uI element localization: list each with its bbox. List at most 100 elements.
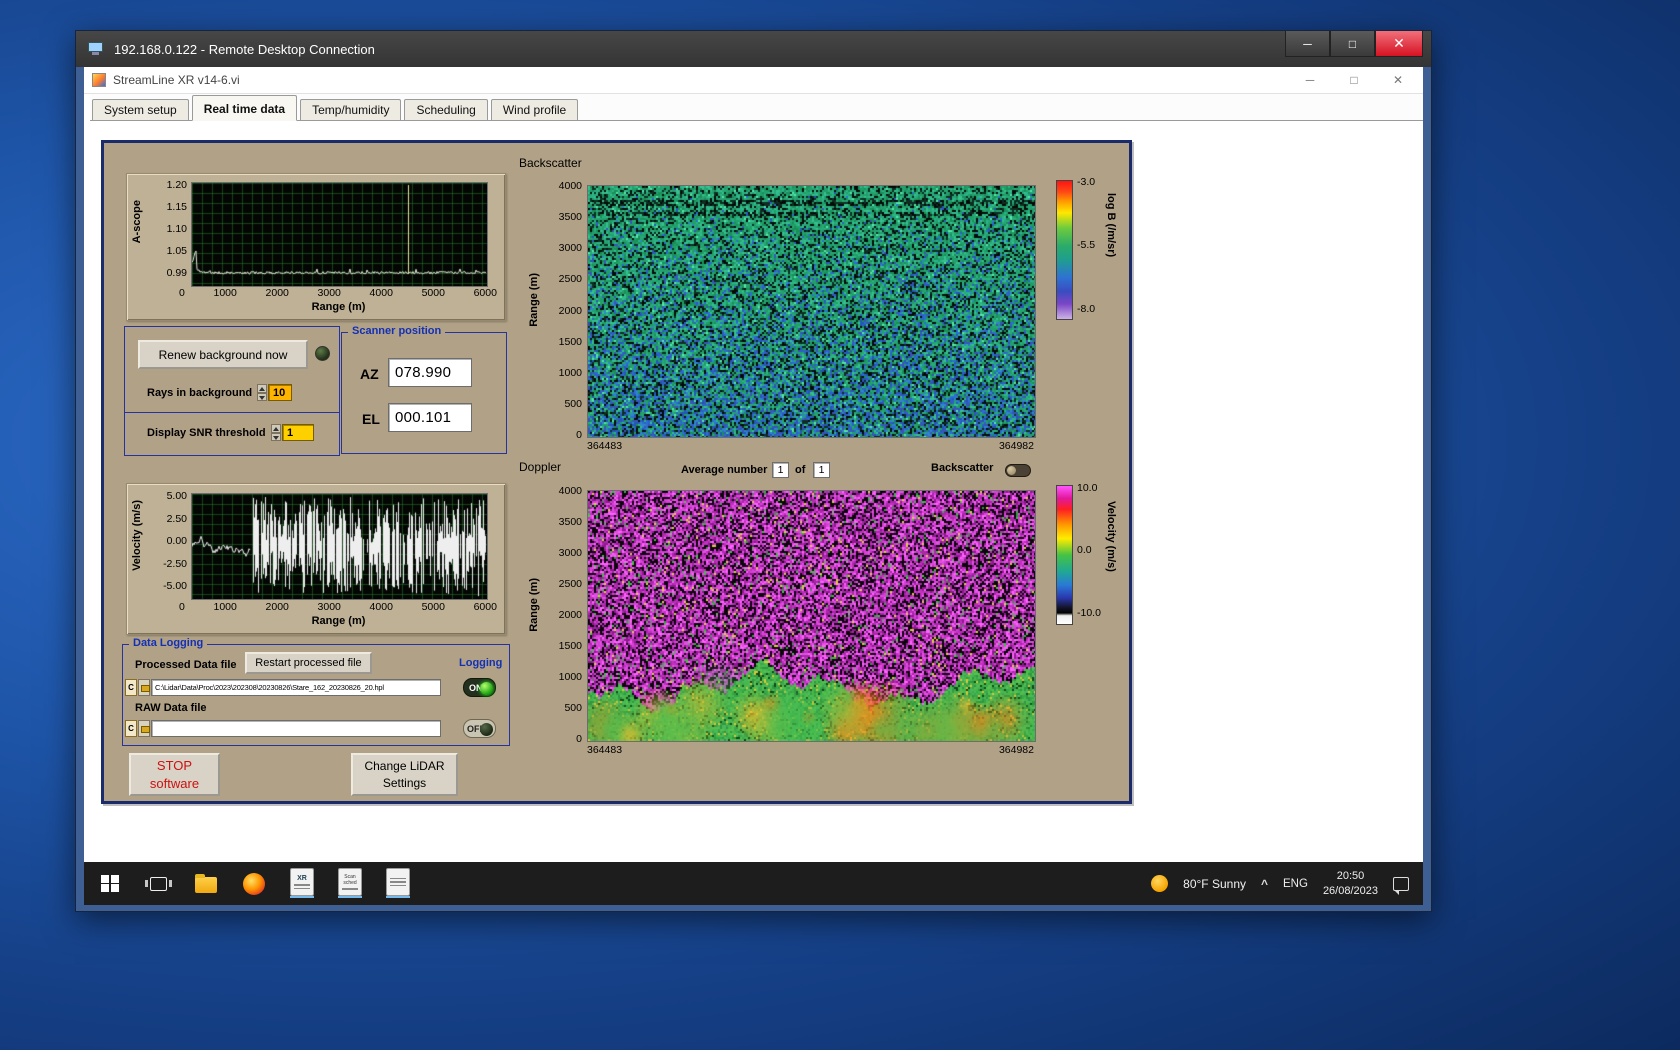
language-indicator[interactable]: ENG	[1283, 878, 1308, 890]
tab-wind-profile[interactable]: Wind profile	[491, 99, 578, 120]
scan-tile-label: Scan sched	[339, 874, 361, 886]
notes-taskbar-button[interactable]	[386, 870, 410, 898]
tick-label: 4000	[559, 180, 582, 192]
scanner-position-title: Scanner position	[348, 325, 445, 337]
tick-label: 0	[179, 601, 185, 613]
tick-label: 0.99	[167, 267, 187, 279]
settings-button-line2: Settings	[383, 776, 426, 790]
processed-toggle-led	[480, 682, 493, 695]
change-lidar-settings-button[interactable]: Change LiDARSettings	[351, 753, 458, 796]
tick-label: 1000	[559, 671, 582, 683]
app-title: StreamLine XR v14-6.vi	[113, 73, 240, 87]
processed-path-field[interactable]: C:\Lidar\Data\Proc\2023\202308\20230826\…	[151, 679, 441, 696]
ascope-y-axis-title: A-scope	[131, 200, 143, 243]
backscatter-section-title: Backscatter	[519, 156, 582, 170]
raw-path-field[interactable]	[151, 720, 441, 737]
rays-value-field[interactable]: 10	[268, 384, 292, 401]
renew-background-button[interactable]: Renew background now	[138, 340, 308, 369]
action-center-icon[interactable]	[1393, 877, 1409, 891]
processed-drive-selector[interactable]: C	[125, 679, 137, 696]
tick-label: 500	[564, 702, 582, 714]
rdp-minimize-button[interactable]: ─	[1285, 31, 1330, 57]
tick-label: 1000	[214, 601, 237, 613]
rdp-window: 192.168.0.122 - Remote Desktop Connectio…	[75, 30, 1432, 912]
ascope-x-axis-title: Range (m)	[191, 301, 486, 313]
scanner-position-group: Scanner position AZ 078.990 EL 000.101	[341, 332, 507, 454]
tick-label: 1000	[214, 287, 237, 299]
firefox-button[interactable]	[242, 870, 266, 898]
tab-system-setup[interactable]: System setup	[92, 99, 189, 120]
scan-scheduler-taskbar-button[interactable]: Scan sched	[338, 870, 362, 898]
rdp-restore-button[interactable]: □	[1330, 31, 1375, 57]
notes-app-icon	[386, 868, 410, 896]
app-close-button[interactable]: ✕	[1391, 73, 1405, 87]
stop-software-button[interactable]: STOPsoftware	[129, 753, 220, 796]
data-logging-group: Data Logging Processed Data file Restart…	[122, 644, 510, 746]
el-value-field[interactable]: 000.101	[388, 403, 472, 432]
doppler-cb-tick-mid: 0.0	[1077, 544, 1092, 556]
rays-in-background-label: Rays in background	[147, 387, 252, 399]
backscatter-toggle-label: Backscatter	[931, 462, 993, 474]
backscatter-colorbar	[1056, 180, 1073, 320]
processed-browse-icon[interactable]	[138, 679, 150, 696]
of-label: of	[795, 464, 805, 476]
file-explorer-button[interactable]	[194, 870, 218, 898]
app-content: A-scope 1.201.151.101.050.99 0 1000 2000 30…	[84, 121, 1423, 862]
tick-label: 3500	[559, 211, 582, 223]
tick-label: 3000	[559, 242, 582, 254]
logging-label: Logging	[459, 657, 502, 669]
tick-label: 2000	[266, 601, 289, 613]
tray-chevron-icon[interactable]: ^	[1261, 877, 1268, 891]
tick-label: 3000	[318, 601, 341, 613]
rays-spinner[interactable]	[257, 384, 267, 401]
rdp-computer-icon	[88, 42, 105, 56]
doppler-x-range-labels: 364483 364982	[587, 744, 1034, 756]
clock[interactable]: 20:50 26/08/2023	[1323, 869, 1378, 898]
renew-led-indicator[interactable]	[315, 346, 330, 361]
task-view-icon	[150, 877, 167, 891]
raw-browse-icon[interactable]	[138, 720, 150, 737]
tick-label: 3000	[318, 287, 341, 299]
backscatter-display-toggle[interactable]	[1005, 464, 1031, 477]
tick-label: 1500	[559, 336, 582, 348]
tick-label: 500	[564, 398, 582, 410]
tab-temp-humidity[interactable]: Temp/humidity	[300, 99, 401, 120]
raw-drive-selector[interactable]: C	[125, 720, 137, 737]
app-icon	[92, 73, 106, 87]
snr-spinner[interactable]	[271, 424, 281, 441]
backscatter-plot	[587, 185, 1036, 438]
tick-label: 0	[179, 287, 185, 299]
backscatter-y-tick-labels: 40003500300025002000150010005000	[544, 180, 582, 441]
doppler-x-left: 364483	[587, 744, 622, 756]
start-button[interactable]	[98, 870, 122, 898]
backscatter-cb-tick-mid: -5.5	[1077, 239, 1095, 251]
app-titlebar[interactable]: StreamLine XR v14-6.vi ─ □ ✕	[84, 67, 1423, 94]
weather-sun-icon[interactable]	[1151, 875, 1168, 892]
streamline-xr-taskbar-button[interactable]: XR	[290, 870, 314, 898]
snr-value-field[interactable]: 1	[282, 424, 314, 441]
velocity-plot	[191, 493, 488, 600]
rdp-titlebar[interactable]: 192.168.0.122 - Remote Desktop Connectio…	[76, 31, 1431, 67]
stop-button-line2: software	[150, 776, 199, 791]
tab-scheduling[interactable]: Scheduling	[404, 99, 487, 120]
ascope-y-tick-labels: 1.201.151.101.050.99	[153, 179, 187, 279]
taskbar-left: XR Scan sched	[98, 870, 410, 898]
clock-date: 26/08/2023	[1323, 885, 1378, 897]
tab-real-time-data[interactable]: Real time data	[192, 95, 297, 121]
restart-processed-file-button[interactable]: Restart processed file	[245, 652, 372, 674]
velocity-y-axis-title: Velocity (m/s)	[131, 500, 143, 571]
rdp-close-button[interactable]: ✕	[1375, 31, 1423, 57]
tick-label: -5.00	[163, 580, 187, 592]
az-value-field[interactable]: 078.990	[388, 358, 472, 387]
weather-text[interactable]: 80°F Sunny	[1183, 877, 1246, 891]
app-minimize-button[interactable]: ─	[1303, 73, 1317, 87]
backscatter-cb-tick-min: -8.0	[1077, 303, 1095, 315]
processed-logging-toggle[interactable]: ON	[463, 678, 496, 697]
taskbar: XR Scan sched 80°F Sunny ^ ENG 20:50	[84, 862, 1423, 905]
task-view-button[interactable]	[146, 870, 170, 898]
app-restore-button[interactable]: □	[1347, 73, 1361, 87]
raw-logging-toggle[interactable]: OFF	[463, 719, 496, 738]
average-number-field[interactable]: 1	[772, 462, 789, 478]
average-of-field[interactable]: 1	[813, 462, 830, 478]
velocity-plot-frame: Velocity (m/s) 5.002.500.00-2.50-5.00 01…	[126, 483, 506, 635]
